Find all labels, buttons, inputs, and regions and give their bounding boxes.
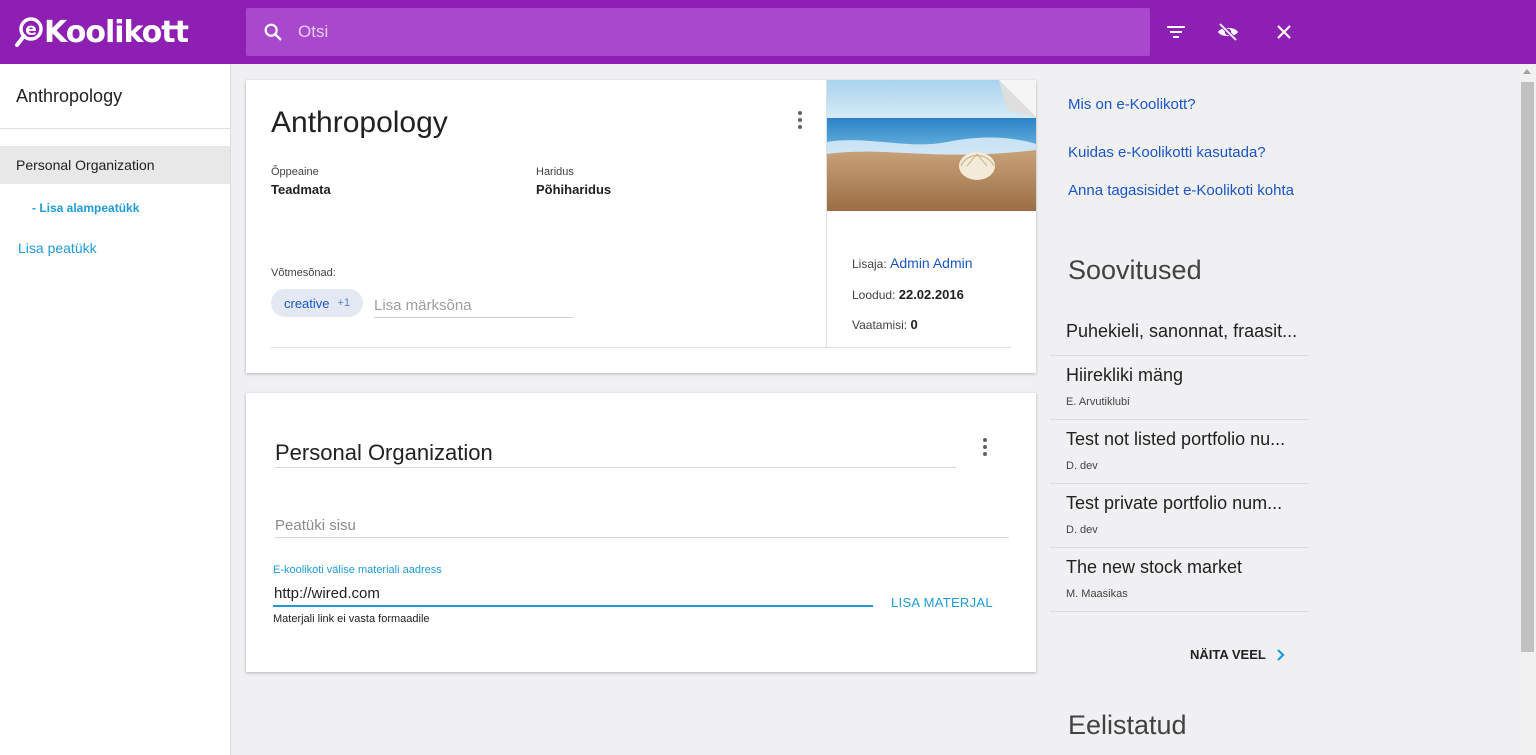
chapter-card: Personal Organization E-koolikoti välise… xyxy=(246,393,1036,672)
subject-value: Teadmata xyxy=(271,182,331,197)
list-item[interactable]: The new stock market M. Maasikas xyxy=(1050,548,1309,612)
keyword-input[interactable] xyxy=(374,294,573,318)
divider xyxy=(275,467,956,468)
what-is-link[interactable]: Mis on e-Koolikott? xyxy=(1068,95,1196,115)
recommendation-author: D. dev xyxy=(1066,460,1098,472)
search-input[interactable] xyxy=(298,22,1118,42)
created-label: Loodud: xyxy=(852,288,896,302)
recommendation-title: Test not listed portfolio nu... xyxy=(1066,429,1286,449)
logo-magnifier-icon: e xyxy=(15,17,43,47)
recommendation-title: Test private portfolio num... xyxy=(1066,493,1283,513)
sidebar: Anthropology Personal Organization - Lis… xyxy=(0,64,231,755)
top-app-bar: e Koolikott xyxy=(0,0,1536,64)
search-icon[interactable] xyxy=(262,21,284,43)
created-date: 22.02.2016 xyxy=(898,287,964,302)
list-item[interactable]: Test private portfolio num... D. dev xyxy=(1050,484,1309,548)
material-url-input[interactable] xyxy=(273,581,873,607)
recommendation-author: E. Arvutiklubi xyxy=(1066,396,1130,408)
views-info: Vaatamisi: 0 xyxy=(852,317,918,332)
search-bar xyxy=(246,8,1150,56)
chapter-content-input[interactable] xyxy=(275,514,1009,538)
close-icon[interactable] xyxy=(1272,20,1296,44)
education-value: Põhiharidus xyxy=(536,182,612,197)
education-label: Haridus xyxy=(536,166,574,178)
portfolio-more-icon[interactable] xyxy=(797,111,803,131)
list-item[interactable]: Hiirekliki mäng E. Arvutiklubi xyxy=(1050,356,1309,420)
scrollbar-thumb[interactable] xyxy=(1521,82,1534,652)
recommendation-title: The new stock market xyxy=(1066,557,1243,577)
add-subchapter-link[interactable]: - Lisa alampeatükk xyxy=(32,201,139,215)
subject-label: Õppeaine xyxy=(271,166,319,178)
portfolio-card: Anthropology Õppeaine Teadmata Haridus P… xyxy=(246,80,1036,373)
sidebar-item-chapter[interactable]: Personal Organization xyxy=(0,146,230,184)
logo-text: Koolikott xyxy=(44,14,189,50)
sidebar-title[interactable]: Anthropology xyxy=(16,86,122,107)
show-more-button[interactable]: NÄITA VEEL xyxy=(1190,647,1286,662)
favorites-heading: Eelistatud xyxy=(1068,710,1187,740)
add-chapter-link[interactable]: Lisa peatükk xyxy=(18,240,97,256)
views-label: Vaatamisi: xyxy=(852,318,908,332)
sidebar-divider xyxy=(0,128,230,129)
recommendation-title: Puhekieli, sanonnat, fraasit... xyxy=(1066,321,1298,341)
keywords-label: Võtmesõnad: xyxy=(271,267,336,279)
keyword-more-count[interactable]: +1 xyxy=(338,297,351,309)
how-to-use-link[interactable]: Kuidas e-Koolikotti kasutada? xyxy=(1068,143,1266,163)
recommendations-heading: Soovitused xyxy=(1068,255,1202,285)
recommendation-author: D. dev xyxy=(1066,524,1098,536)
creator-link[interactable]: Admin Admin xyxy=(890,255,972,271)
visibility-off-icon[interactable] xyxy=(1216,20,1240,44)
portfolio-thumbnail xyxy=(827,80,1036,211)
logo-prefix: e xyxy=(25,20,37,40)
material-url-label: E-koolikoti välise materiali aadress xyxy=(273,564,442,576)
chapter-title-input[interactable]: Personal Organization xyxy=(275,440,493,466)
creator-label: Lisaja: xyxy=(852,257,887,271)
logo[interactable]: e Koolikott xyxy=(14,12,189,52)
add-material-button[interactable]: LISA MATERJAL xyxy=(891,595,993,610)
created-info: Loodud: 22.02.2016 xyxy=(852,287,964,302)
chapter-more-icon[interactable] xyxy=(982,438,988,458)
recommendation-title: Hiirekliki mäng xyxy=(1066,365,1184,385)
recommendation-author: M. Maasikas xyxy=(1066,588,1128,600)
keyword-chip[interactable]: creative +1 xyxy=(271,289,364,317)
list-item[interactable]: Puhekieli, sanonnat, fraasit... xyxy=(1050,308,1309,356)
show-more-label: NÄITA VEEL xyxy=(1190,647,1266,662)
material-url-error: Materjali link ei vasta formaadile xyxy=(273,613,430,625)
chevron-right-icon xyxy=(1277,648,1285,661)
feedback-link[interactable]: Anna tagasisidet e-Koolikoti kohta xyxy=(1068,181,1298,201)
creator-info: Lisaja: Admin Admin xyxy=(852,255,973,271)
filter-icon[interactable] xyxy=(1164,20,1188,44)
list-item[interactable]: Test not listed portfolio nu... D. dev xyxy=(1050,420,1309,484)
keyword-chip-label: creative xyxy=(284,295,330,311)
portfolio-title: Anthropology xyxy=(271,106,448,139)
divider xyxy=(271,347,1011,348)
recommendations-list: Puhekieli, sanonnat, fraasit... Hiirekli… xyxy=(1050,308,1309,612)
views-count: 0 xyxy=(910,317,918,332)
scroll-up-arrow-icon[interactable] xyxy=(1523,69,1531,74)
